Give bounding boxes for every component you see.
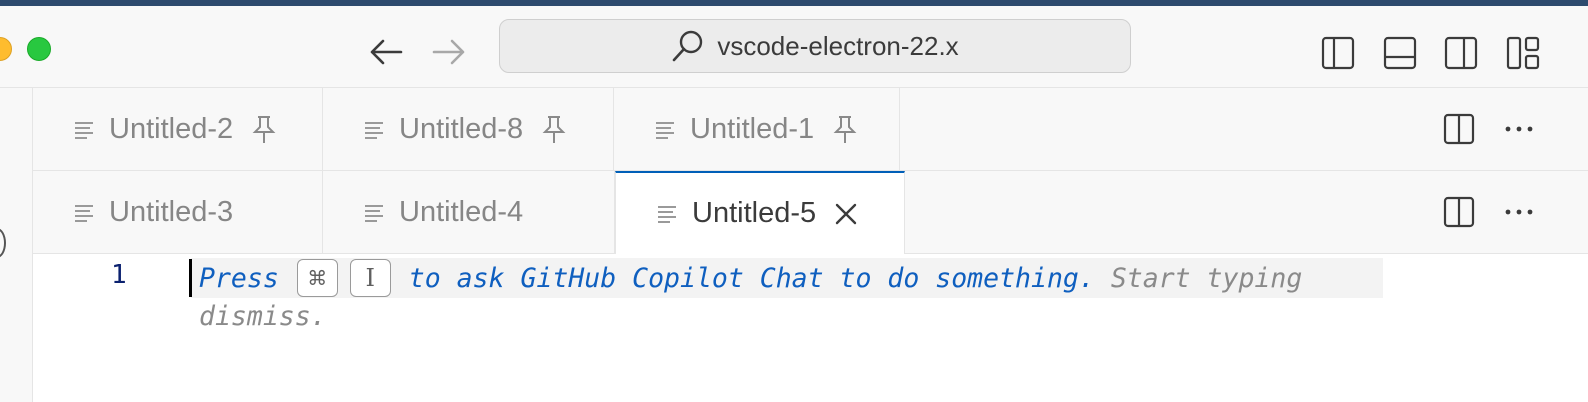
search-icon bbox=[673, 30, 703, 62]
file-icon bbox=[363, 120, 385, 140]
tab-label: Untitled-3 bbox=[109, 196, 234, 228]
hint-copilot-text: to ask GitHub Copilot Chat to do somethi… bbox=[408, 262, 1095, 294]
close-tab-button[interactable] bbox=[834, 202, 858, 226]
text-cursor bbox=[189, 259, 192, 297]
go-forward-button[interactable] bbox=[429, 32, 469, 72]
tab-label: Untitled-1 bbox=[690, 113, 815, 145]
line-number: 1 bbox=[111, 260, 127, 290]
customize-layout-icon bbox=[1506, 36, 1540, 70]
editor-group-2-tabs: Untitled-3 Untitled-4 Untitled-5 bbox=[33, 171, 1588, 254]
tab-label: Untitled-5 bbox=[692, 197, 817, 229]
unpin-tab-button[interactable] bbox=[832, 115, 858, 145]
toggle-panel-icon bbox=[1383, 36, 1417, 70]
go-back-button[interactable] bbox=[366, 32, 406, 72]
workspace-name: vscode-electron-22.x bbox=[717, 30, 959, 61]
arrow-right-icon bbox=[432, 39, 465, 65]
hint-dismiss-text: dismiss. bbox=[199, 301, 327, 332]
ellipsis-icon bbox=[1505, 126, 1533, 132]
editor-tab-active[interactable]: Untitled-5 bbox=[615, 171, 905, 254]
split-editor-button[interactable] bbox=[1440, 110, 1478, 148]
hint-start-typing-text: Start typing bbox=[1110, 262, 1303, 294]
file-icon bbox=[73, 120, 95, 140]
command-key: ⌘ bbox=[296, 259, 338, 297]
activity-bar-edge bbox=[0, 88, 33, 402]
unpin-tab-button[interactable] bbox=[251, 115, 277, 145]
tab-label: Untitled-8 bbox=[399, 113, 524, 145]
editor-tab[interactable]: Untitled-1 bbox=[614, 88, 900, 171]
toggle-primary-sidebar-button[interactable] bbox=[1320, 35, 1356, 71]
toggle-secondary-sidebar-icon bbox=[1444, 36, 1478, 70]
code-editor[interactable]: 1 Press ⌘ I to ask GitHub Copilot Chat t… bbox=[33, 254, 1588, 402]
pin-icon bbox=[542, 115, 566, 143]
toggle-primary-sidebar-icon bbox=[1321, 36, 1355, 70]
tab-label: Untitled-4 bbox=[399, 196, 524, 228]
editor-tab[interactable]: Untitled-4 bbox=[323, 171, 615, 254]
toggle-panel-button[interactable] bbox=[1382, 35, 1418, 71]
editor-tab[interactable]: Untitled-3 bbox=[33, 171, 323, 254]
ellipsis-icon bbox=[1505, 209, 1533, 215]
file-icon bbox=[363, 203, 385, 223]
file-icon bbox=[654, 120, 676, 140]
editor-tab[interactable]: Untitled-8 bbox=[323, 88, 614, 171]
editor-tab[interactable]: Untitled-2 bbox=[33, 88, 323, 171]
copilot-hint: Press ⌘ I to ask GitHub Copilot Chat to … bbox=[199, 259, 1302, 297]
more-actions-button[interactable] bbox=[1500, 193, 1538, 231]
editor-group-1-tabs: Untitled-2 Untitled-8 Untitled-1 bbox=[33, 88, 1588, 171]
pin-icon bbox=[833, 115, 857, 143]
toggle-secondary-sidebar-button[interactable] bbox=[1443, 35, 1479, 71]
partial-icon bbox=[0, 228, 6, 258]
command-center-search[interactable]: vscode-electron-22.x bbox=[499, 19, 1131, 73]
arrow-left-icon bbox=[370, 39, 403, 65]
unpin-tab-button[interactable] bbox=[541, 115, 567, 145]
title-bar: vscode-electron-22.x bbox=[0, 6, 1588, 88]
file-icon bbox=[73, 203, 95, 223]
tab-label: Untitled-2 bbox=[109, 113, 234, 145]
split-editor-button[interactable] bbox=[1440, 193, 1478, 231]
maximize-window-button[interactable] bbox=[27, 37, 51, 61]
close-icon bbox=[835, 203, 857, 224]
customize-layout-button[interactable] bbox=[1505, 35, 1541, 71]
hint-press-text: Press bbox=[199, 262, 279, 294]
file-icon bbox=[656, 204, 678, 224]
pin-icon bbox=[252, 115, 276, 143]
more-actions-button[interactable] bbox=[1500, 110, 1538, 148]
split-editor-icon bbox=[1443, 196, 1475, 228]
minimize-window-button[interactable] bbox=[0, 37, 12, 61]
i-key: I bbox=[349, 259, 391, 297]
split-editor-icon bbox=[1443, 113, 1475, 145]
